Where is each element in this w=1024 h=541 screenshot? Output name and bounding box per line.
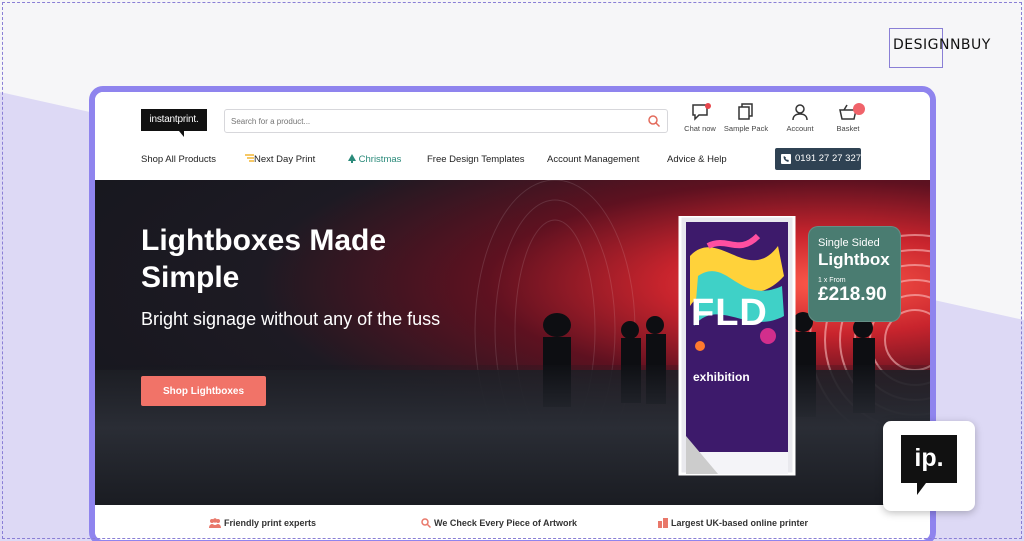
hero-title: Lightboxes Made Simple (141, 224, 387, 294)
people-icon (209, 518, 221, 528)
site-header: instantprint. Chat now Sample Pack (95, 92, 930, 180)
instantprint-app-tile: ip. (883, 421, 975, 511)
nav-christmas-label: Christmas (358, 154, 402, 165)
nav-christmas[interactable]: Christmas (348, 154, 401, 165)
nav-shop-all-products[interactable]: Shop All Products (141, 154, 216, 165)
price-badge: Single Sided Lightbox 1 x From £218.90 (808, 226, 901, 322)
phone-number: 0191 27 27 327 (795, 153, 862, 164)
chat-notification-dot (705, 103, 711, 109)
building-icon (658, 518, 668, 528)
usp-friendly-experts-text: Friendly print experts (224, 518, 317, 528)
phone-button[interactable]: 0191 27 27 327 (775, 148, 861, 170)
lightbox-fld-text: FLD (691, 292, 768, 334)
account-icon (792, 104, 808, 121)
usp-largest-printer: Largest UK-based online printer (658, 518, 808, 528)
usp-check-artwork: We Check Every Piece of Artwork (421, 518, 578, 529)
usp-bar: Friendly print experts We Check Every Pi… (95, 505, 930, 540)
sample-pack-button[interactable]: Sample Pack (718, 102, 774, 133)
nav-next-day-print-label: Next Day Print (254, 154, 316, 165)
phone-icon (781, 154, 791, 164)
nav-account-management[interactable]: Account Management (547, 154, 639, 165)
usp-friendly-experts: Friendly print experts (209, 518, 316, 528)
tree-icon (348, 154, 356, 163)
search-icon[interactable] (647, 114, 661, 128)
basket-button[interactable]: Basket (820, 102, 876, 133)
instantprint-logo[interactable]: instantprint. (141, 109, 207, 131)
sample-pack-icon (738, 103, 753, 120)
badge-line2: Lightbox (818, 250, 890, 269)
sample-pack-label: Sample Pack (723, 124, 769, 133)
usp-largest-printer-text: Largest UK-based online printer (671, 518, 809, 528)
search-bar[interactable] (224, 109, 668, 133)
basket-count-badge (853, 103, 865, 115)
shop-lightboxes-button[interactable]: Shop Lightboxes (141, 376, 266, 406)
nav-free-design-templates[interactable]: Free Design Templates (427, 154, 525, 165)
ip-logo-tail (917, 483, 926, 495)
logo-tail (179, 131, 184, 137)
hero-subtitle: Bright signage without any of the fuss (141, 309, 441, 329)
magnifier-icon (421, 518, 432, 529)
lightbox-product-image (678, 216, 796, 476)
badge-line1: Single Sided (818, 237, 880, 249)
usp-check-artwork-text: We Check Every Piece of Artwork (434, 518, 578, 528)
designnbuy-logo: DESIGNNBUY (893, 37, 991, 53)
nav-next-day-print[interactable]: Next Day Print (245, 154, 315, 165)
nav-advice-help[interactable]: Advice & Help (667, 154, 727, 165)
lines-icon (245, 154, 254, 162)
badge-price: £218.90 (818, 284, 887, 305)
browser-window: instantprint. Chat now Sample Pack (89, 86, 936, 541)
hero-banner: FLD exhibition Lightboxes Made Simple Br… (95, 180, 930, 505)
lightbox-exhibition-text: exhibition (693, 370, 750, 384)
search-input[interactable] (231, 113, 631, 129)
ip-logo-text: ip. (901, 435, 957, 483)
basket-label: Basket (836, 124, 860, 133)
